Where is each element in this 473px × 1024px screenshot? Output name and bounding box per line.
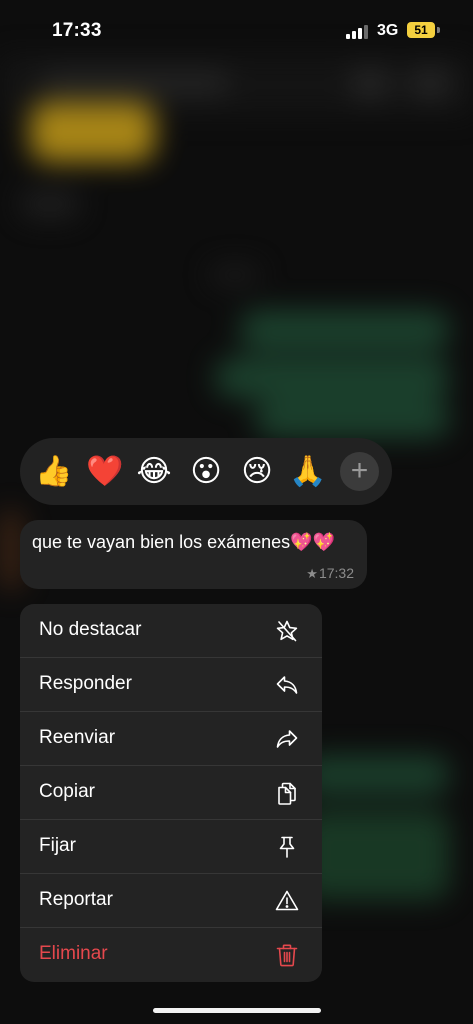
menu-item-delete[interactable]: Eliminar	[20, 928, 322, 982]
message-time: 17:32	[318, 565, 354, 581]
battery-nub	[437, 27, 440, 33]
menu-item-pin[interactable]: Fijar	[20, 820, 322, 874]
blurred-contact-name	[40, 72, 230, 94]
network-type: 3G	[377, 22, 399, 39]
surprised-face-icon[interactable]: 😮	[186, 452, 226, 492]
message-bubble[interactable]: que te vayan bien los exámenes💖💖 ★17:32	[20, 520, 367, 589]
blurred-outgoing-message	[300, 810, 450, 900]
blurred-outgoing-message	[300, 755, 450, 795]
blurred-date-chip	[210, 265, 260, 285]
blurred-message	[20, 190, 80, 218]
menu-item-label: Reenviar	[39, 727, 116, 748]
screen: 17:33 3G 51 👍 ❤️ 😂 😮 😢 🙏 + que te vayan …	[0, 0, 473, 1024]
home-indicator[interactable]	[153, 1008, 321, 1013]
tears-of-joy-icon[interactable]: 😂	[134, 452, 174, 492]
red-heart-icon[interactable]: ❤️	[85, 452, 125, 492]
message-text: que te vayan bien los exámenes💖💖	[32, 532, 335, 552]
folded-hands-icon[interactable]: 🙏	[288, 452, 328, 492]
unstar-icon	[274, 618, 300, 644]
blurred-sticker	[30, 102, 155, 162]
menu-item-label: Eliminar	[39, 943, 108, 964]
menu-item-reply[interactable]: Responder	[20, 658, 322, 712]
menu-item-label: Reportar	[39, 889, 113, 910]
blurred-header-icon	[350, 68, 390, 98]
blurred-header-icon	[410, 68, 450, 98]
status-bar: 17:33 3G 51	[0, 0, 473, 58]
battery-icon: 51	[407, 22, 435, 38]
star-icon: ★	[306, 566, 318, 581]
battery-level: 51	[414, 23, 428, 37]
menu-item-label: Fijar	[39, 835, 76, 856]
warning-icon	[274, 888, 300, 914]
thumbs-up-icon[interactable]: 👍	[34, 452, 74, 492]
trash-icon	[274, 942, 300, 968]
blurred-edge	[0, 510, 22, 590]
status-time: 17:33	[52, 20, 102, 41]
menu-item-forward[interactable]: Reenviar	[20, 712, 322, 766]
crying-face-icon[interactable]: 😢	[237, 452, 277, 492]
copy-icon	[274, 780, 300, 806]
signal-strength-icon	[346, 25, 370, 39]
forward-icon	[274, 726, 300, 752]
reply-icon	[274, 672, 300, 698]
message-meta: ★17:32	[306, 565, 354, 582]
blurred-outgoing-message	[255, 400, 450, 438]
menu-item-label: Copiar	[39, 781, 95, 802]
pin-icon	[274, 834, 300, 860]
reaction-bar: 👍 ❤️ 😂 😮 😢 🙏 +	[20, 438, 392, 505]
menu-item-copy[interactable]: Copiar	[20, 766, 322, 820]
context-menu: No destacar Responder Reenviar Copiar Fi…	[20, 604, 322, 982]
menu-item-label: Responder	[39, 673, 132, 694]
blurred-outgoing-message	[215, 358, 450, 398]
add-reaction-button[interactable]: +	[340, 452, 379, 491]
menu-item-label: No destacar	[39, 619, 142, 640]
menu-item-report[interactable]: Reportar	[20, 874, 322, 928]
menu-item-unstar[interactable]: No destacar	[20, 604, 322, 658]
blurred-outgoing-message	[240, 310, 450, 350]
